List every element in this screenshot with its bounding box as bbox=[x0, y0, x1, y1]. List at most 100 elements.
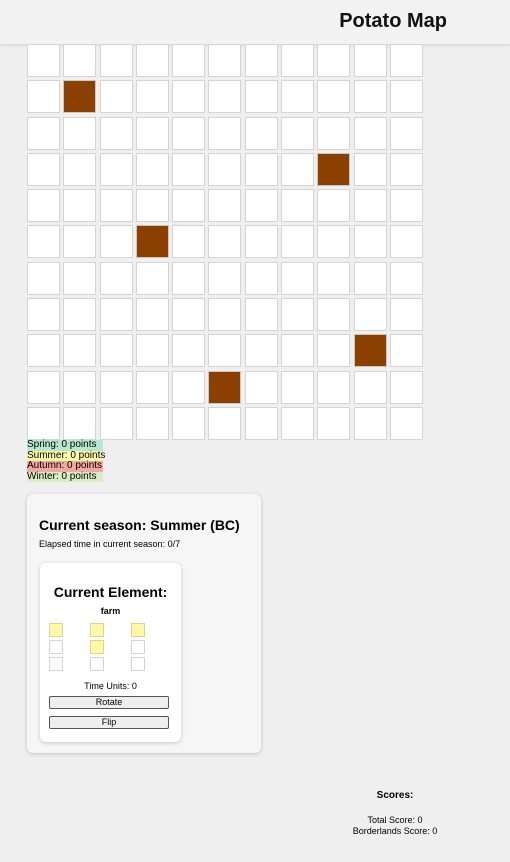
map-cell[interactable] bbox=[63, 225, 97, 259]
map-cell[interactable] bbox=[63, 406, 97, 440]
map-cell[interactable] bbox=[135, 189, 169, 223]
map-cell[interactable] bbox=[353, 44, 387, 77]
map-cell[interactable] bbox=[281, 80, 315, 114]
map-cell[interactable] bbox=[244, 370, 278, 404]
map-cell[interactable] bbox=[208, 334, 242, 368]
map-cell[interactable] bbox=[317, 44, 351, 77]
map-cell[interactable] bbox=[281, 189, 315, 223]
map-cell[interactable] bbox=[317, 189, 351, 223]
map-cell[interactable] bbox=[389, 80, 423, 114]
map-cell[interactable] bbox=[353, 80, 387, 114]
map-cell[interactable] bbox=[353, 261, 387, 295]
map-cell[interactable] bbox=[63, 370, 97, 404]
map-cell[interactable] bbox=[281, 152, 315, 186]
map-cell[interactable] bbox=[208, 44, 242, 77]
map-cell[interactable] bbox=[317, 116, 351, 150]
map-cell[interactable] bbox=[353, 406, 387, 440]
map-cell[interactable] bbox=[172, 152, 206, 186]
map-cell[interactable] bbox=[208, 80, 242, 114]
map-cell[interactable] bbox=[99, 80, 133, 114]
map-cell[interactable] bbox=[172, 298, 206, 332]
map-cell-mountain[interactable] bbox=[135, 225, 169, 259]
map-cell[interactable] bbox=[99, 370, 133, 404]
map-cell-mountain[interactable] bbox=[317, 152, 351, 186]
rotate-button[interactable]: Rotate bbox=[49, 696, 169, 709]
map-cell[interactable] bbox=[99, 152, 133, 186]
map-cell[interactable] bbox=[389, 225, 423, 259]
map-cell[interactable] bbox=[27, 80, 60, 114]
map-cell[interactable] bbox=[389, 298, 423, 332]
map-cell[interactable] bbox=[353, 298, 387, 332]
map-cell[interactable] bbox=[244, 44, 278, 77]
map-cell[interactable] bbox=[172, 370, 206, 404]
map-cell[interactable] bbox=[27, 225, 60, 259]
map-cell[interactable] bbox=[135, 334, 169, 368]
map-cell[interactable] bbox=[99, 225, 133, 259]
map-cell[interactable] bbox=[389, 406, 423, 440]
map-cell[interactable] bbox=[27, 189, 60, 223]
map-cell[interactable] bbox=[27, 261, 60, 295]
map-cell[interactable] bbox=[135, 370, 169, 404]
map-cell[interactable] bbox=[389, 261, 423, 295]
map-cell[interactable] bbox=[99, 298, 133, 332]
map-cell[interactable] bbox=[244, 189, 278, 223]
map-cell[interactable] bbox=[317, 334, 351, 368]
map-cell[interactable] bbox=[353, 152, 387, 186]
map-cell-mountain[interactable] bbox=[353, 334, 387, 368]
map-cell[interactable] bbox=[99, 406, 133, 440]
map-cell-mountain[interactable] bbox=[208, 370, 242, 404]
map-cell[interactable] bbox=[281, 116, 315, 150]
map-cell[interactable] bbox=[208, 298, 242, 332]
map-cell[interactable] bbox=[353, 189, 387, 223]
map-cell[interactable] bbox=[172, 334, 206, 368]
map-cell[interactable] bbox=[317, 298, 351, 332]
map-cell[interactable] bbox=[244, 225, 278, 259]
map-cell[interactable] bbox=[99, 334, 133, 368]
map-cell[interactable] bbox=[63, 334, 97, 368]
map-cell[interactable] bbox=[317, 80, 351, 114]
map-cell[interactable] bbox=[389, 44, 423, 77]
map-cell[interactable] bbox=[135, 261, 169, 295]
map-cell[interactable] bbox=[27, 406, 60, 440]
map-cell[interactable] bbox=[389, 116, 423, 150]
map-cell[interactable] bbox=[172, 189, 206, 223]
map-cell[interactable] bbox=[135, 406, 169, 440]
map-cell[interactable] bbox=[353, 225, 387, 259]
map-cell[interactable] bbox=[63, 152, 97, 186]
map-cell[interactable] bbox=[172, 225, 206, 259]
map-cell[interactable] bbox=[353, 370, 387, 404]
map-cell[interactable] bbox=[389, 370, 423, 404]
map-cell[interactable] bbox=[172, 80, 206, 114]
map-cell[interactable] bbox=[317, 370, 351, 404]
map-cell[interactable] bbox=[281, 261, 315, 295]
map-cell[interactable] bbox=[208, 152, 242, 186]
map-cell[interactable] bbox=[27, 298, 60, 332]
map-cell[interactable] bbox=[99, 189, 133, 223]
map-cell[interactable] bbox=[281, 44, 315, 77]
map-cell[interactable] bbox=[244, 334, 278, 368]
map-cell[interactable] bbox=[389, 189, 423, 223]
map-cell[interactable] bbox=[172, 44, 206, 77]
flip-button[interactable]: Flip bbox=[49, 716, 169, 729]
map-cell[interactable] bbox=[135, 298, 169, 332]
map-cell[interactable] bbox=[244, 261, 278, 295]
map-cell[interactable] bbox=[208, 225, 242, 259]
map-cell[interactable] bbox=[63, 298, 97, 332]
map-cell[interactable] bbox=[208, 189, 242, 223]
map-cell[interactable] bbox=[63, 116, 97, 150]
map-cell[interactable] bbox=[99, 44, 133, 77]
map-cell[interactable] bbox=[135, 80, 169, 114]
map-cell[interactable] bbox=[281, 370, 315, 404]
map-cell[interactable] bbox=[63, 189, 97, 223]
map-cell[interactable] bbox=[135, 152, 169, 186]
map-cell[interactable] bbox=[208, 261, 242, 295]
map-cell[interactable] bbox=[244, 298, 278, 332]
map-cell[interactable] bbox=[317, 261, 351, 295]
map-cell[interactable] bbox=[244, 152, 278, 186]
map-cell[interactable] bbox=[208, 406, 242, 440]
map-cell[interactable] bbox=[27, 370, 60, 404]
map-cell[interactable] bbox=[317, 406, 351, 440]
map-cell[interactable] bbox=[281, 298, 315, 332]
map-cell[interactable] bbox=[172, 261, 206, 295]
map-cell[interactable] bbox=[99, 116, 133, 150]
